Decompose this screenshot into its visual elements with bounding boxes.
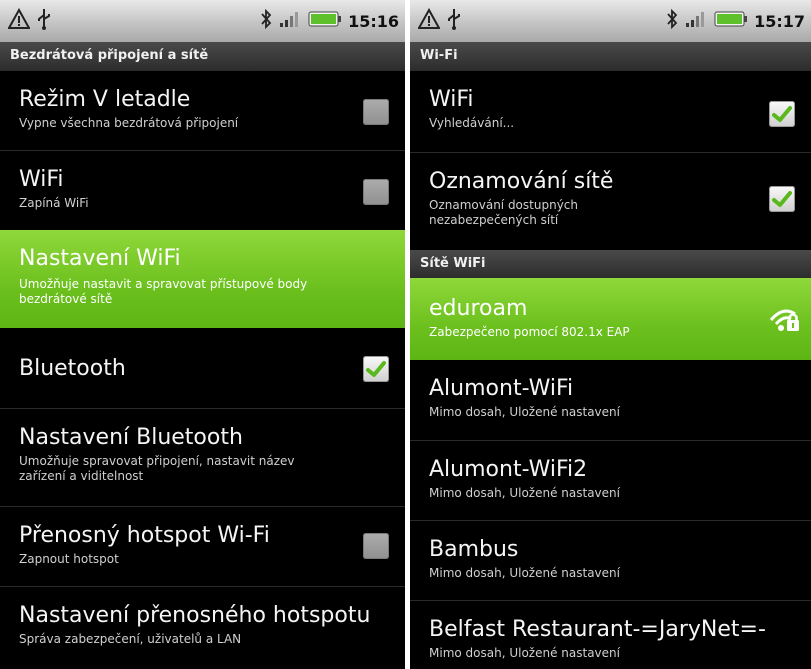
usb-icon [446, 7, 462, 35]
signal-icon [684, 10, 708, 32]
network-name: Alumont-WiFi [429, 376, 574, 401]
subtitle-line-1: Umožňuje spravovat připojení, nastavit n… [19, 454, 295, 468]
network-name: Bambus [429, 537, 519, 562]
status-time: 15:16 [348, 11, 399, 31]
status-bar: 15:16 [0, 0, 405, 42]
item-title: Bluetooth [19, 356, 126, 381]
status-bar: 15:17 [410, 0, 811, 42]
network-status: Zabezpečeno pomocí 802.1x EAP [429, 325, 630, 339]
right-screen: 15:17 Wi-Fi WiFi Vyhledávání... Oznamová… [410, 0, 811, 669]
item-title: Nastavení Bluetooth [19, 425, 243, 450]
signal-icon [278, 10, 302, 32]
item-subtitle: Vyhledávání... [429, 116, 515, 130]
item-title: Oznamování sítě [429, 169, 614, 194]
list-item-bluetooth-settings[interactable]: Nastavení Bluetooth Umožňuje spravovat p… [0, 408, 405, 506]
subtitle-line-2: zařízení a viditelnost [19, 469, 144, 483]
network-item-alumont-wifi[interactable]: Alumont-WiFi Mimo dosah, Uložené nastave… [410, 360, 811, 440]
usb-icon [36, 7, 52, 35]
list-item-hotspot-settings[interactable]: Nastavení přenosného hotspotu Správa zab… [0, 586, 405, 669]
item-title: WiFi [19, 167, 64, 192]
section-header-wifi-networks: Sítě WiFi [410, 250, 811, 278]
item-title: Přenosný hotspot Wi-Fi [19, 523, 270, 548]
bluetooth-icon [666, 8, 678, 33]
section-header-wifi: Wi-Fi [410, 42, 811, 70]
item-subtitle: Umožňuje spravovat připojení, nastavit n… [19, 454, 405, 484]
wifi-lock-icon [769, 304, 801, 338]
wifi-checkbox[interactable] [363, 179, 389, 205]
item-title: Režim V letadle [19, 87, 191, 112]
list-item-bluetooth[interactable]: Bluetooth [0, 328, 405, 408]
item-subtitle: Zapíná WiFi [19, 196, 89, 210]
network-status: Mimo dosah, Uložené nastavení [429, 566, 620, 580]
section-header-wireless: Bezdrátová připojení a sítě [0, 42, 405, 70]
network-status: Mimo dosah, Uložené nastavení [429, 486, 620, 500]
check-icon [772, 106, 792, 122]
network-name: Alumont-WiFi2 [429, 457, 588, 482]
item-subtitle: Oznamování dostupných nezabezpečených sí… [429, 198, 811, 228]
subtitle-line-1: Umožňuje nastavit a spravovat přístupové… [19, 277, 308, 291]
left-screen: 15:16 Bezdrátová připojení a sítě Režim … [0, 0, 405, 669]
wifi-checkbox[interactable] [769, 101, 795, 127]
network-item-alumont-wifi2[interactable]: Alumont-WiFi2 Mimo dosah, Uložené nastav… [410, 440, 811, 520]
warning-icon [7, 7, 31, 34]
item-title: Nastavení přenosného hotspotu [19, 603, 371, 628]
network-item-eduroam[interactable]: eduroam Zabezpečeno pomocí 802.1x EAP [410, 278, 811, 360]
item-title: WiFi [429, 87, 474, 112]
battery-icon [714, 11, 748, 31]
check-icon [772, 191, 792, 207]
warning-icon [417, 7, 441, 34]
network-status: Mimo dosah, Uložené nastavení [429, 405, 620, 419]
list-item-portable-hotspot[interactable]: Přenosný hotspot Wi-Fi Zapnout hotspot [0, 506, 405, 586]
list-item-network-notification[interactable]: Oznamování sítě Oznamování dostupných ne… [410, 152, 811, 250]
subtitle-line-2: bezdrátové sítě [19, 292, 113, 306]
list-item-airplane-mode[interactable]: Režim V letadle Vypne všechna bezdrátová… [0, 70, 405, 150]
portable-hotspot-checkbox[interactable] [363, 533, 389, 559]
network-item-belfast-restaurant[interactable]: Belfast Restaurant-=JaryNet=- Mimo dosah… [410, 600, 811, 669]
battery-icon [308, 11, 342, 31]
network-notification-checkbox[interactable] [769, 186, 795, 212]
item-subtitle: Umožňuje nastavit a spravovat přístupové… [19, 277, 405, 307]
item-subtitle: Zapnout hotspot [19, 552, 119, 566]
list-item-wifi-settings[interactable]: Nastavení WiFi Umožňuje nastavit a sprav… [0, 230, 405, 328]
check-icon [366, 361, 386, 377]
status-time: 15:17 [754, 11, 805, 31]
item-title: Nastavení WiFi [19, 246, 181, 271]
subtitle-line-2: nezabezpečených sítí [429, 213, 559, 227]
bluetooth-checkbox[interactable] [363, 356, 389, 382]
list-item-wifi[interactable]: WiFi Zapíná WiFi [0, 150, 405, 230]
network-name: eduroam [429, 296, 528, 321]
item-subtitle: Správa zabezpečení, uživatelů a LAN [19, 632, 242, 646]
bluetooth-icon [260, 8, 272, 33]
subtitle-line-1: Oznamování dostupných [429, 198, 578, 212]
list-item-wifi-toggle[interactable]: WiFi Vyhledávání... [410, 70, 811, 152]
network-status: Mimo dosah, Uložené nastavení [429, 646, 620, 660]
item-subtitle: Vypne všechna bezdrátová připojení [19, 116, 239, 130]
airplane-mode-checkbox[interactable] [363, 99, 389, 125]
network-name: Belfast Restaurant-=JaryNet=- [429, 617, 766, 642]
network-item-bambus[interactable]: Bambus Mimo dosah, Uložené nastavení [410, 520, 811, 600]
